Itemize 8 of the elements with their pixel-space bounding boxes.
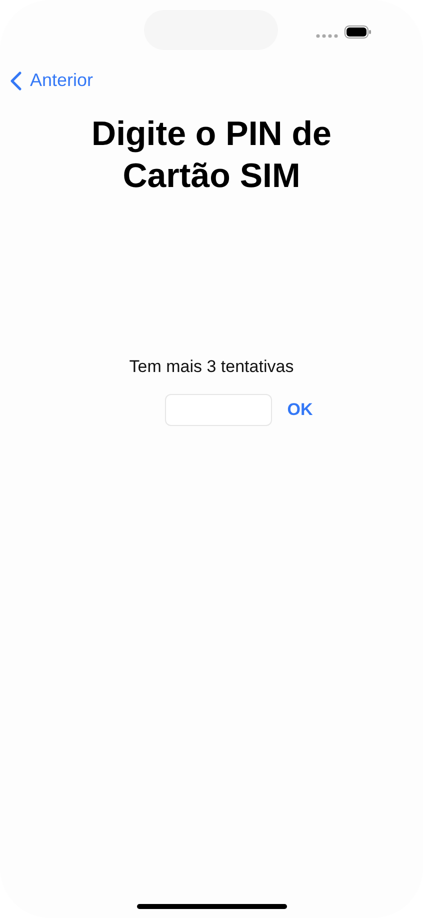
battery-icon: [344, 25, 372, 39]
back-button[interactable]: Anterior: [10, 70, 94, 91]
signal-dots-icon: [316, 34, 338, 38]
page-title: Digite o PIN de Cartão SIM: [90, 114, 332, 197]
ok-button[interactable]: OK: [282, 400, 318, 420]
pin-input-field[interactable]: [165, 394, 272, 426]
chevron-left-icon: [10, 70, 22, 90]
attempts-text: Tem mais 3 tentativas: [128, 357, 295, 377]
